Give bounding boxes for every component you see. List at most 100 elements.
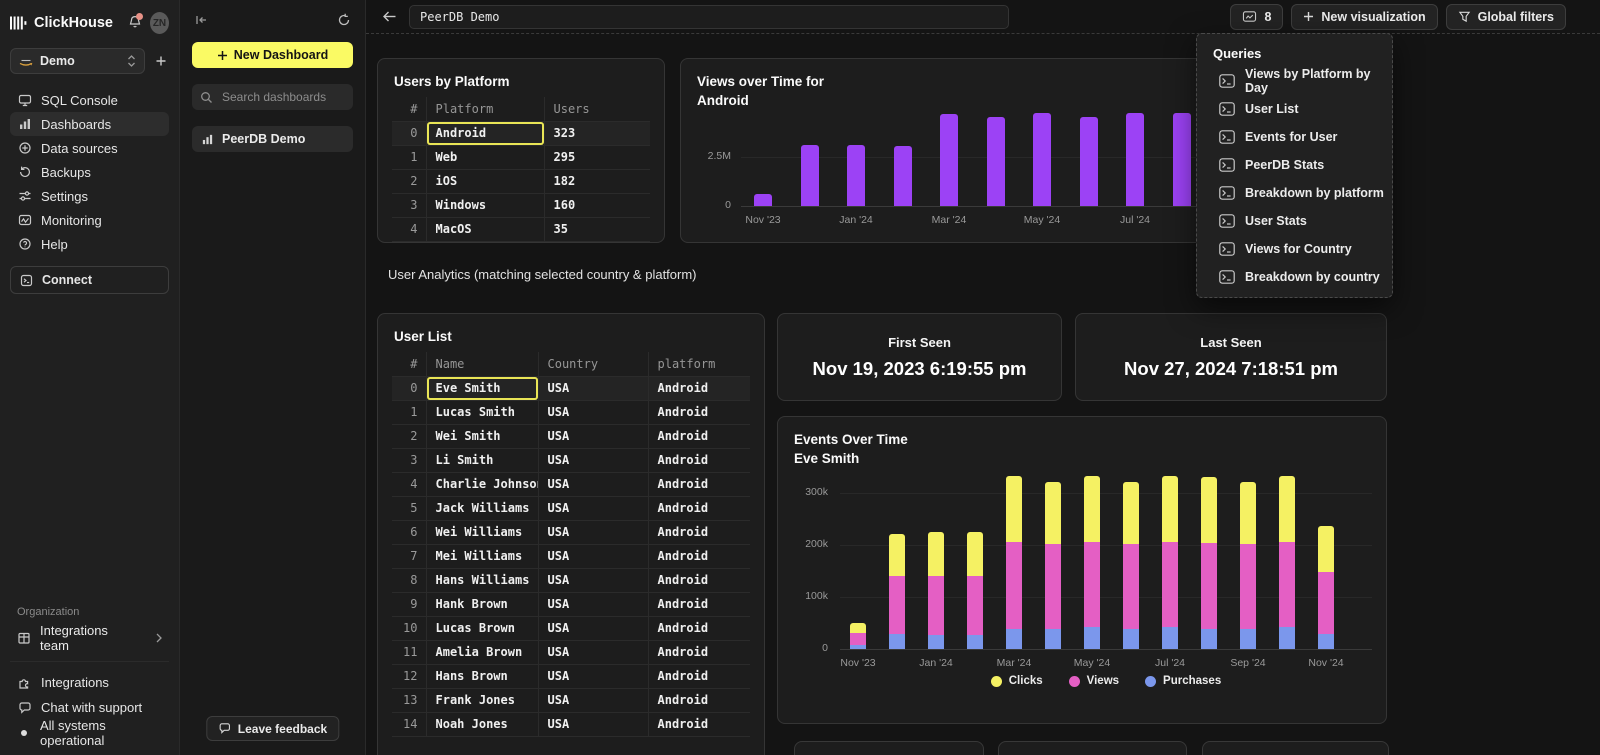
bar-segment[interactable] xyxy=(1162,476,1178,542)
bar-segment[interactable] xyxy=(889,634,905,649)
legend-item-purchases[interactable]: Purchases xyxy=(1145,675,1221,687)
user-avatar[interactable]: ZN xyxy=(150,12,169,34)
table-cell[interactable]: Android xyxy=(648,568,750,592)
table-cell[interactable]: USA xyxy=(538,712,648,736)
bar-segment[interactable] xyxy=(928,635,944,649)
bar-segment[interactable] xyxy=(1045,629,1061,649)
table-cell[interactable]: Charlie Johnson xyxy=(426,472,538,496)
refresh-button[interactable] xyxy=(335,11,353,29)
bar-segment[interactable] xyxy=(1006,542,1022,629)
query-item[interactable]: Views for Country xyxy=(1213,235,1392,263)
dashboard-title-input[interactable] xyxy=(409,5,1009,29)
workspace-selector[interactable]: Demo xyxy=(10,48,145,74)
query-item[interactable]: Breakdown by platform xyxy=(1213,179,1392,207)
query-item[interactable]: PeerDB Stats xyxy=(1213,151,1392,179)
table-cell[interactable]: Lucas Brown xyxy=(426,616,538,640)
bar[interactable] xyxy=(1173,113,1191,206)
sidebar-item-sql-console[interactable]: SQL Console xyxy=(10,88,169,112)
table-cell[interactable]: Android xyxy=(648,496,750,520)
table-cell[interactable]: USA xyxy=(538,568,648,592)
table-cell[interactable]: USA xyxy=(538,520,648,544)
bar-segment[interactable] xyxy=(967,635,983,649)
bar-segment[interactable] xyxy=(1240,482,1256,544)
table-cell[interactable]: Android xyxy=(648,688,750,712)
table-cell[interactable]: Android xyxy=(648,640,750,664)
bar-segment[interactable] xyxy=(1084,476,1100,542)
table-cell[interactable]: Hank Brown xyxy=(426,592,538,616)
legend-item-clicks[interactable]: Clicks xyxy=(991,675,1043,687)
table-cell[interactable]: Eve Smith xyxy=(426,376,538,400)
bar-segment[interactable] xyxy=(1318,634,1334,649)
sidebar-item-dashboards[interactable]: Dashboards xyxy=(10,112,169,136)
bar-segment[interactable] xyxy=(1045,482,1061,544)
bar[interactable] xyxy=(754,194,772,206)
bar-segment[interactable] xyxy=(1201,543,1217,629)
bar[interactable] xyxy=(1126,113,1144,206)
table-cell[interactable]: USA xyxy=(538,496,648,520)
bar-segment[interactable] xyxy=(1006,476,1022,542)
sidebar-item-data-sources[interactable]: Data sources xyxy=(10,136,169,160)
table-cell[interactable]: 182 xyxy=(544,169,650,193)
sidebar-item-help[interactable]: Help xyxy=(10,232,169,256)
query-item[interactable]: User Stats xyxy=(1213,207,1392,235)
bar-segment[interactable] xyxy=(1318,572,1334,634)
table-cell[interactable]: 35 xyxy=(544,217,650,241)
bar[interactable] xyxy=(1033,113,1051,206)
table-cell[interactable]: USA xyxy=(538,424,648,448)
leave-feedback-button[interactable]: Leave feedback xyxy=(206,716,339,741)
table-cell[interactable]: USA xyxy=(538,400,648,424)
table-cell[interactable]: 295 xyxy=(544,145,650,169)
connect-button[interactable]: Connect xyxy=(10,266,169,294)
new-visualization-button[interactable]: New visualization xyxy=(1291,4,1437,30)
table-cell[interactable]: USA xyxy=(538,664,648,688)
sidebar-item-integrations-team[interactable]: Integrations team xyxy=(10,625,169,651)
bar-segment[interactable] xyxy=(967,576,983,635)
visualizations-count-button[interactable]: 8 xyxy=(1230,4,1283,30)
table-cell[interactable]: 160 xyxy=(544,193,650,217)
sidebar-item-integrations[interactable]: Integrations xyxy=(10,670,169,695)
table-cell[interactable]: Jack Williams xyxy=(426,496,538,520)
table-cell[interactable]: Android xyxy=(648,520,750,544)
bar-segment[interactable] xyxy=(889,576,905,634)
bar[interactable] xyxy=(940,114,958,206)
bar-segment[interactable] xyxy=(1240,629,1256,649)
table-cell[interactable]: Android xyxy=(648,664,750,688)
dashboard-list-item[interactable]: PeerDB Demo xyxy=(192,126,353,152)
bar-segment[interactable] xyxy=(1201,477,1217,543)
table-cell[interactable]: Android xyxy=(648,712,750,736)
bar-segment[interactable] xyxy=(850,623,866,633)
table-cell[interactable]: 323 xyxy=(544,121,650,145)
sidebar-item-system-status[interactable]: All systems operational xyxy=(10,720,169,745)
bar-segment[interactable] xyxy=(967,532,983,576)
notifications-bell-icon[interactable] xyxy=(127,14,143,32)
bar[interactable] xyxy=(894,146,912,206)
query-item[interactable]: User List xyxy=(1213,95,1392,123)
table-cell[interactable]: Windows xyxy=(426,193,544,217)
bar-segment[interactable] xyxy=(1318,526,1334,572)
table-cell[interactable]: USA xyxy=(538,616,648,640)
bar-segment[interactable] xyxy=(1162,542,1178,627)
bar-segment[interactable] xyxy=(1279,627,1295,649)
add-service-button[interactable] xyxy=(153,53,169,69)
bar[interactable] xyxy=(801,145,819,206)
table-cell[interactable]: Android xyxy=(648,472,750,496)
back-button[interactable] xyxy=(378,6,401,27)
table-cell[interactable]: Hans Brown xyxy=(426,664,538,688)
table-cell[interactable]: Wei Williams xyxy=(426,520,538,544)
collapse-panel-button[interactable] xyxy=(192,11,210,29)
table-cell[interactable]: Hans Williams xyxy=(426,568,538,592)
bar-segment[interactable] xyxy=(928,576,944,635)
query-item[interactable]: Breakdown by country xyxy=(1213,263,1392,291)
table-cell[interactable]: iOS xyxy=(426,169,544,193)
table-cell[interactable]: Android xyxy=(648,424,750,448)
table-cell[interactable]: Noah Jones xyxy=(426,712,538,736)
bar[interactable] xyxy=(847,145,865,206)
bar-segment[interactable] xyxy=(850,645,866,649)
table-cell[interactable]: Android xyxy=(648,616,750,640)
table-cell[interactable]: Android xyxy=(648,448,750,472)
table-cell[interactable]: USA xyxy=(538,688,648,712)
global-filters-button[interactable]: Global filters xyxy=(1446,4,1566,30)
search-input[interactable] xyxy=(220,89,345,105)
bar-segment[interactable] xyxy=(1006,629,1022,649)
sidebar-item-backups[interactable]: Backups xyxy=(10,160,169,184)
